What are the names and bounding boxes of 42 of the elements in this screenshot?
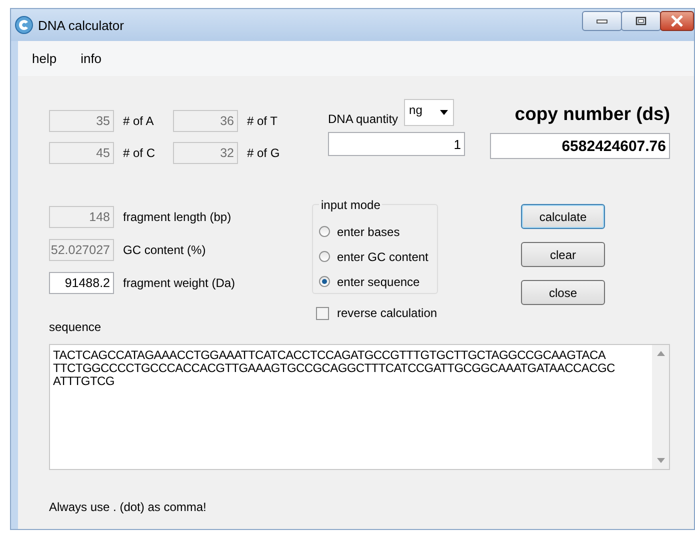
field-label: # of C	[123, 146, 156, 160]
field-label: GC content (%)	[123, 243, 206, 257]
unit-dropdown[interactable]: ng	[404, 99, 454, 126]
scroll-up-icon[interactable]	[656, 351, 664, 356]
close-button[interactable]	[660, 11, 694, 31]
field-label: fragment length (bp)	[123, 210, 232, 224]
quantity-field[interactable]: 1	[328, 132, 465, 156]
button[interactable]: clear	[521, 242, 605, 267]
number-field[interactable]: 91488.2	[49, 272, 114, 294]
field-label: # of T	[247, 114, 278, 128]
group-title: input mode	[319, 198, 382, 212]
checkbox[interactable]	[316, 306, 329, 320]
app-icon	[15, 16, 33, 34]
scrollbar[interactable]	[652, 345, 669, 469]
field-label: # of A	[123, 114, 154, 128]
caret-icon	[440, 110, 448, 115]
radio-button[interactable]	[319, 251, 330, 262]
minimize-icon	[596, 18, 608, 24]
sequence-field[interactable]: TACTCAGCCATAGAAACCTGGAAATTCATCACCTCCAGATGCCGTTTGTGCTTGCTAGGCCGCAAGTACA TTCTGGCCCCTGCCCACCACGTTGAAAGTGCCGCAGGCTTTCATCCGATTGCGGCAAATGATAACCACGC ATTTGTCG	[49, 344, 670, 470]
radio-button[interactable]	[319, 276, 330, 287]
radio-label: enter bases	[337, 224, 400, 238]
checkbox-label: reverse calculation	[337, 306, 438, 320]
copy-number-heading: copy number (ds)	[514, 103, 670, 126]
scroll-down-icon[interactable]	[656, 458, 664, 463]
field-label: fragment weight (Da)	[123, 276, 236, 290]
minimize-button[interactable]	[582, 11, 622, 31]
menu-item[interactable]: help	[32, 51, 57, 66]
window-title: DNA calculator	[38, 18, 125, 32]
button[interactable]: calculate	[521, 204, 605, 229]
maximize-button[interactable]	[621, 11, 661, 31]
radio-label: enter sequence	[337, 274, 420, 288]
menu-item[interactable]: info	[80, 51, 102, 66]
field-label: # of G	[247, 146, 280, 160]
copy-number-field[interactable]: 6582424607.76	[490, 133, 670, 159]
hint-text: Always use . (dot) as comma!	[49, 500, 208, 514]
sequence-label: sequence	[49, 320, 102, 336]
maximize-icon	[635, 16, 647, 26]
close-icon	[670, 15, 684, 27]
quantity-label: DNA quantity	[328, 112, 398, 126]
radio-button[interactable]	[319, 226, 330, 237]
button[interactable]: close	[521, 280, 605, 305]
radio-label: enter GC content	[337, 250, 428, 264]
